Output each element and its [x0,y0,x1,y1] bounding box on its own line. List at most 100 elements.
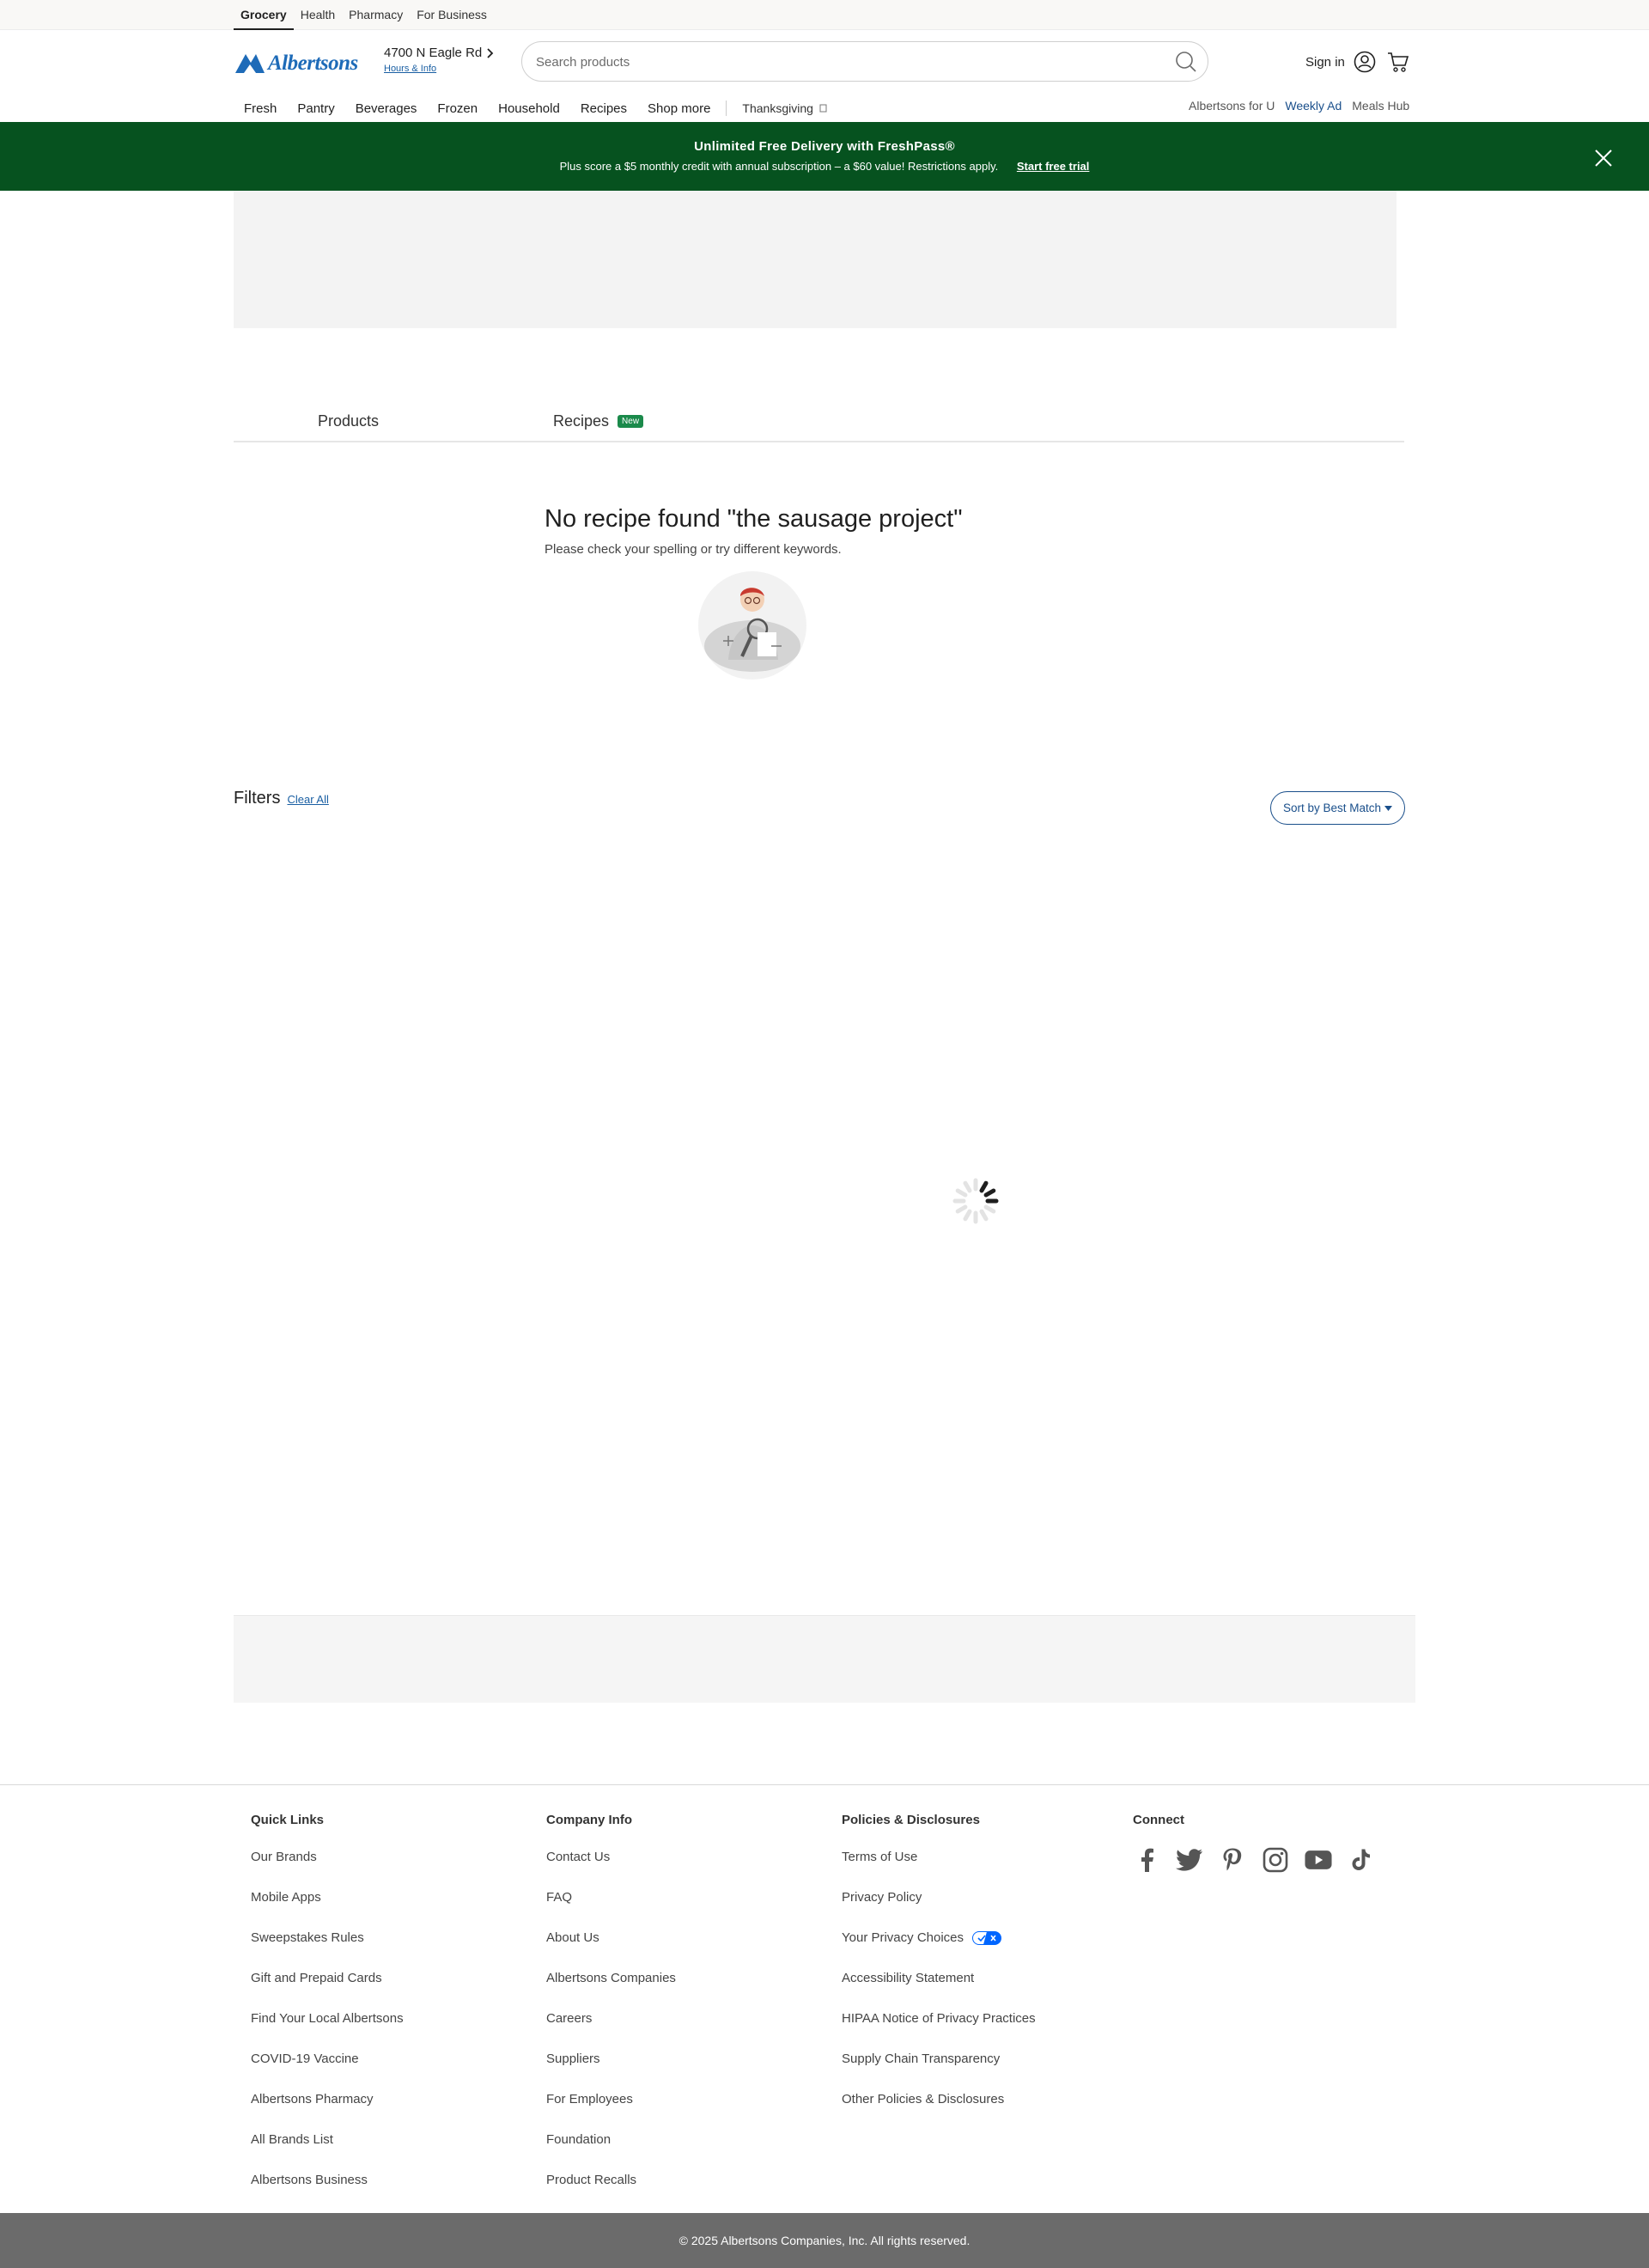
footer-link[interactable]: Albertsons Business [251,2173,404,2213]
tab-pharmacy[interactable]: Pharmacy [342,0,410,30]
new-badge: New [618,415,644,428]
tab-health[interactable]: Health [294,0,342,30]
chevron-right-icon [487,47,494,58]
seasonal-icon [819,104,827,113]
footer-link[interactable]: Foundation [546,2132,676,2173]
nav-household[interactable]: Household [488,101,570,116]
footer-quick-links: Quick Links Our Brands Mobile Apps Sweep… [251,1813,404,2213]
logo-mark-icon [235,54,265,73]
promo-title: Unlimited Free Delivery with FreshPass® [694,139,955,154]
pinterest-icon[interactable] [1219,1846,1246,1874]
privacy-choices-icon [972,1931,1002,1946]
footer-link[interactable]: Albertsons Pharmacy [251,2092,404,2132]
bottom-content-placeholder [234,1615,1415,1703]
tab-recipes[interactable]: Recipes New [553,412,644,430]
footer-link[interactable]: Other Policies & Disclosures [842,2092,1036,2132]
footer-link[interactable]: Supply Chain Transparency [842,2052,1036,2092]
privacy-choices-link[interactable]: Your Privacy Choices [842,1930,1036,1971]
nav-frozen[interactable]: Frozen [427,101,488,116]
close-promo-button[interactable] [1593,148,1614,168]
footer-link[interactable]: Careers [546,2011,676,2052]
tiktok-icon[interactable] [1348,1846,1375,1874]
footer-link[interactable]: Albertsons Companies [546,1971,676,2011]
brand-name: Albertsons [268,52,358,75]
nav-fresh[interactable]: Fresh [234,101,287,116]
site-header: Albertsons 4700 N Eagle Rd Hours & Info … [0,30,1649,122]
hours-info-link[interactable]: Hours & Info [384,64,436,74]
search-icon [1176,52,1196,72]
nav-weekly-ad[interactable]: Weekly Ad [1285,99,1342,113]
footer-heading: Policies & Disclosures [842,1813,980,1827]
footer-link[interactable]: About Us [546,1930,676,1971]
footer-link[interactable]: Sweepstakes Rules [251,1930,404,1971]
footer-link[interactable]: For Employees [546,2092,676,2132]
twitter-icon[interactable] [1176,1846,1203,1874]
footer-link[interactable]: Gift and Prepaid Cards [251,1971,404,2011]
youtube-icon[interactable] [1305,1846,1332,1874]
search-input[interactable] [536,51,1137,73]
search-button[interactable] [1173,49,1199,75]
caret-down-icon [1384,805,1393,811]
clear-all-link[interactable]: Clear All [287,793,328,806]
sign-in-label: Sign in [1305,54,1345,70]
nav-thanksgiving[interactable]: Thanksgiving [732,101,837,115]
filters-header: Filters Clear All [234,789,329,808]
footer-connect: Connect [1133,1813,1375,1874]
site-footer: Quick Links Our Brands Mobile Apps Sweep… [0,1784,1649,2214]
no-results-illustration-icon [698,571,806,680]
nav-pantry[interactable]: Pantry [287,101,344,116]
tab-grocery[interactable]: Grocery [234,0,294,30]
user-icon [1354,51,1376,73]
footer-link[interactable]: All Brands List [251,2132,404,2173]
nav-meals-hub[interactable]: Meals Hub [1352,99,1409,113]
result-tabs: Products Recipes New [234,404,1404,442]
copyright-bar: © 2025 Albertsons Companies, Inc. All ri… [0,2213,1649,2268]
footer-link[interactable]: FAQ [546,1890,676,1930]
footer-company-info: Company Info Contact Us FAQ About Us Alb… [546,1813,676,2213]
nav-shop-more[interactable]: Shop more [637,101,721,116]
close-icon [1595,149,1612,167]
facebook-icon[interactable] [1133,1846,1160,1874]
store-selector[interactable]: 4700 N Eagle Rd Hours & Info [384,46,494,76]
empty-state-title: No recipe found "the sausage project" [545,505,963,533]
footer-heading: Quick Links [251,1813,325,1827]
search-bar [521,41,1208,82]
nav-beverages[interactable]: Beverages [345,101,428,116]
footer-link[interactable]: Contact Us [546,1850,676,1890]
sort-dropdown[interactable]: Sort by Best Match [1270,791,1405,825]
freshpass-promo-banner: Unlimited Free Delivery with FreshPass® … [0,122,1649,191]
start-free-trial-link[interactable]: Start free trial [1017,160,1090,173]
banner-placeholder [234,191,1396,328]
footer-link[interactable]: Mobile Apps [251,1890,404,1930]
secondary-nav: Albertsons for U Weekly Ad Meals Hub [1189,99,1409,113]
footer-link[interactable]: Privacy Policy [842,1890,1036,1930]
top-banner-tabs: Grocery Health Pharmacy For Business [0,0,1649,30]
footer-link[interactable]: COVID-19 Vaccine [251,2052,404,2092]
footer-link[interactable]: HIPAA Notice of Privacy Practices [842,2011,1036,2052]
nav-divider [726,101,727,116]
cart-icon [1388,52,1409,72]
footer-link[interactable]: Find Your Local Albertsons [251,2011,404,2052]
footer-link[interactable]: Product Recalls [546,2173,676,2213]
footer-link[interactable]: Suppliers [546,2052,676,2092]
empty-state-subtitle: Please check your spelling or try differ… [545,542,842,557]
footer-heading: Company Info [546,1813,632,1827]
social-links [1133,1846,1375,1874]
footer-link[interactable]: Terms of Use [842,1850,1036,1890]
loading-spinner-icon [952,1178,999,1224]
tab-for-business[interactable]: For Business [410,0,494,30]
tab-products[interactable]: Products [318,412,379,430]
footer-link[interactable]: Our Brands [251,1850,404,1890]
cart-button[interactable] [1387,51,1409,77]
filters-title: Filters [234,789,281,808]
nav-albertsons-for-u[interactable]: Albertsons for U [1189,99,1275,113]
nav-recipes[interactable]: Recipes [570,101,637,116]
instagram-icon[interactable] [1262,1846,1289,1874]
albertsons-logo[interactable]: Albertsons [234,52,358,76]
footer-policies: Policies & Disclosures Terms of Use Priv… [842,1813,1036,2132]
footer-link[interactable]: Accessibility Statement [842,1971,1036,2011]
footer-heading: Connect [1133,1813,1184,1827]
store-address[interactable]: 4700 N Eagle Rd [384,46,494,60]
sign-in-button[interactable]: Sign in [1305,51,1376,73]
empty-state: No recipe found "the sausage project" Pl… [545,505,1146,557]
